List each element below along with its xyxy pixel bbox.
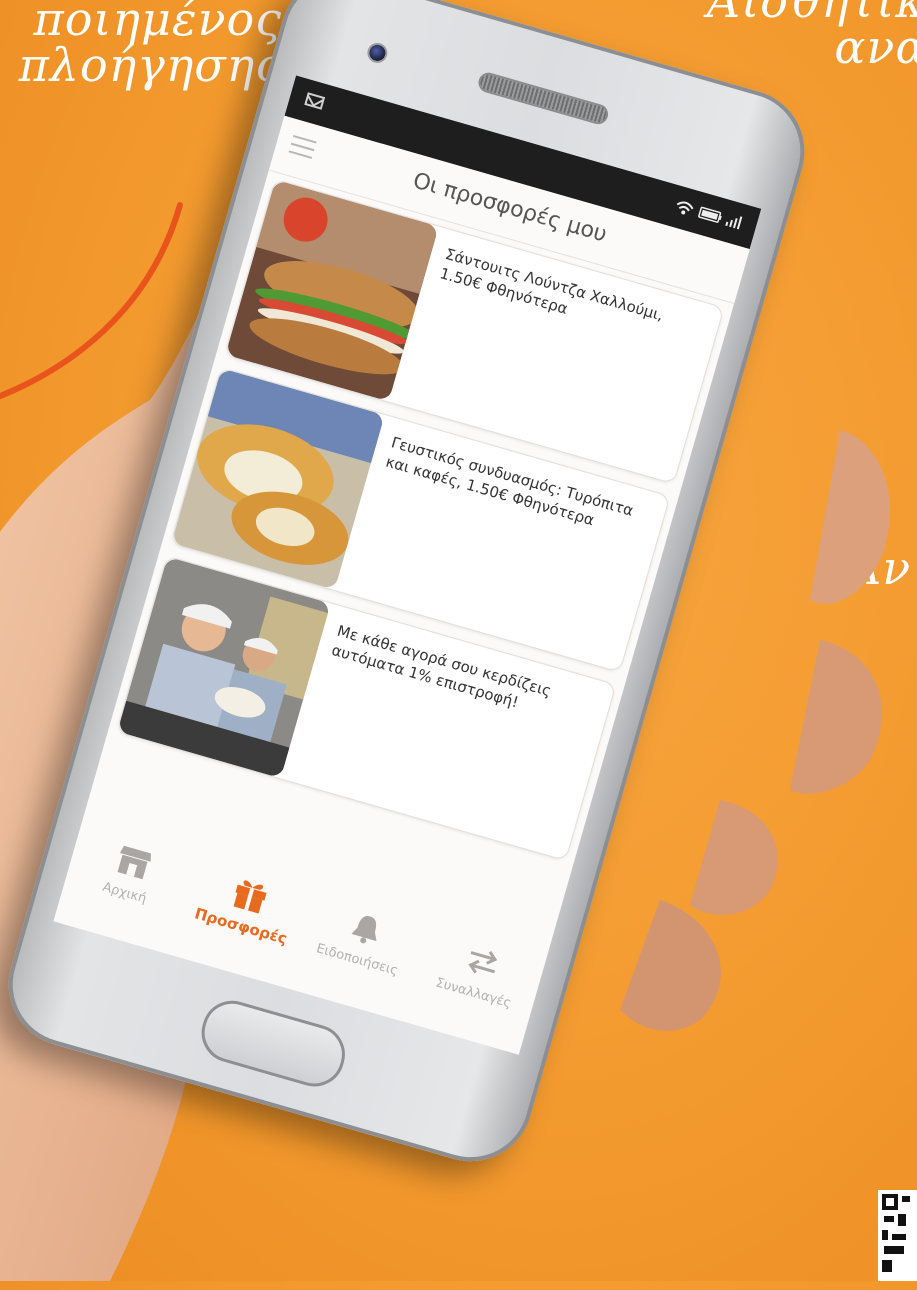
battery-icon: [698, 206, 722, 223]
nav-item-offers[interactable]: Προσφορές: [185, 864, 307, 951]
transfer-arrows-icon: [467, 950, 497, 974]
bell-icon: [351, 915, 377, 944]
nav-item-transactions[interactable]: Συναλλαγές: [418, 931, 540, 1017]
nav-label-offers: Προσφορές: [192, 904, 290, 948]
cheese-pie-photo: [171, 368, 385, 590]
nav-label-notifications: Ειδοποιήσεις: [314, 941, 400, 979]
mail-icon: [304, 92, 326, 110]
status-indicators: [676, 201, 743, 230]
gift-icon: [233, 880, 267, 914]
nav-label-home: Αρχική: [100, 879, 149, 907]
sandwich-photo: [225, 179, 439, 402]
staff-photo: [117, 556, 331, 779]
store-icon: [117, 845, 151, 880]
qr-code: [878, 1190, 917, 1281]
signal-icon: [725, 216, 743, 230]
nav-label-transactions: Συναλλαγές: [433, 975, 513, 1012]
nav-item-notifications[interactable]: Ειδοποιήσεις: [302, 897, 424, 983]
wifi-icon: [676, 201, 694, 215]
nav-item-home[interactable]: Αρχική: [69, 831, 191, 917]
